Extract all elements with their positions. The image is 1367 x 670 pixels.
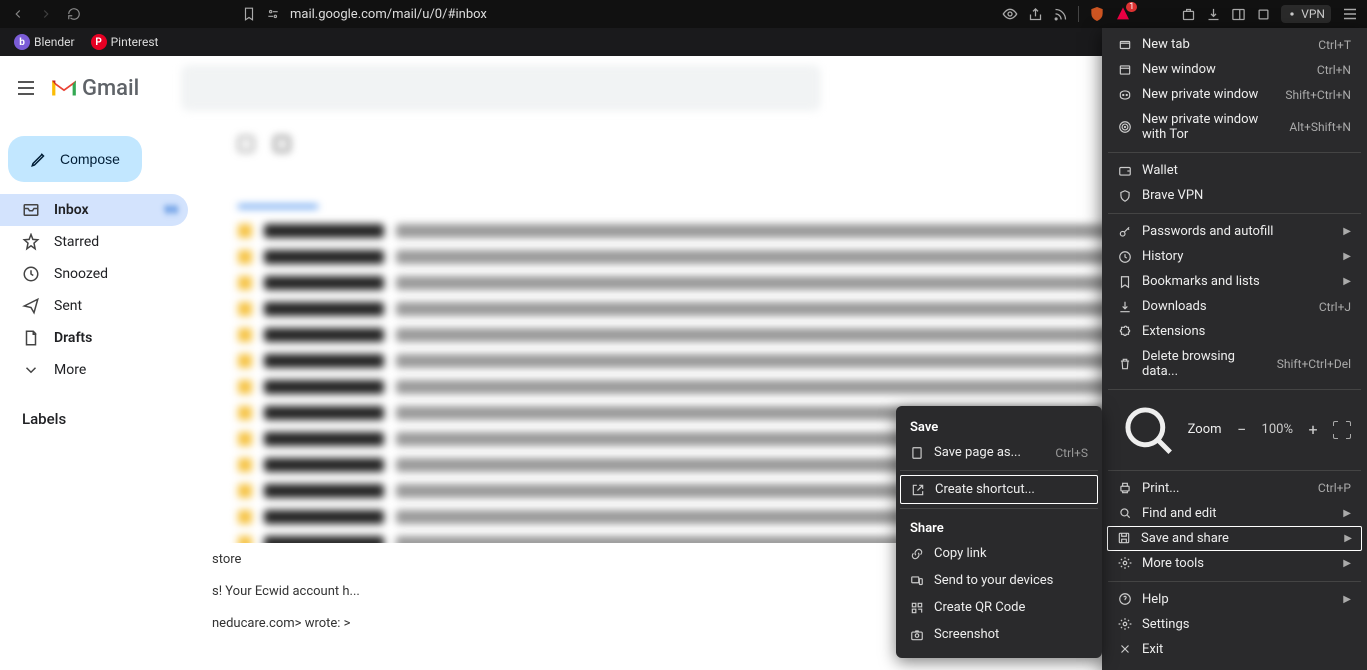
sidebar-item-snoozed[interactable]: Snoozed <box>0 258 188 290</box>
save-header: Save <box>900 412 1098 439</box>
site-settings-icon[interactable] <box>266 7 280 21</box>
menu-extensions[interactable]: Extensions <box>1108 319 1361 344</box>
search-input[interactable] <box>181 65 821 111</box>
url-text[interactable]: mail.google.com/mail/u/0/#inbox <box>290 7 487 22</box>
sidebar-item-drafts[interactable]: Drafts <box>0 322 188 354</box>
extensions-icon[interactable] <box>1181 7 1196 22</box>
share-icon[interactable] <box>1028 7 1043 22</box>
menu-new-private-window[interactable]: New private windowShift+Ctrl+N <box>1108 82 1361 107</box>
zoom-in[interactable]: + <box>1303 420 1323 439</box>
menu-wallet[interactable]: Wallet <box>1108 158 1361 183</box>
rss-icon[interactable] <box>1053 7 1068 22</box>
zoom-control: Zoom−100%+ <box>1108 395 1361 465</box>
brave-rewards-icon[interactable]: 1 <box>1115 6 1131 22</box>
brave-shields-icon[interactable] <box>1089 6 1105 22</box>
sidebar-item-more[interactable]: More <box>0 354 188 386</box>
menu-new-private-window-with-tor[interactable]: New private window with TorAlt+Shift+N <box>1108 107 1361 147</box>
zoom-out[interactable]: − <box>1232 420 1252 439</box>
starred-icon <box>22 233 40 251</box>
menu-delete-browsing-data-[interactable]: Delete browsing data...Shift+Ctrl+Del <box>1108 344 1361 384</box>
send-to-devices[interactable]: Send to your devices <box>900 567 1098 594</box>
copy-link[interactable]: Copy link <box>900 540 1098 567</box>
menu-help[interactable]: Help▶ <box>1108 587 1361 612</box>
menu-print-[interactable]: Print...Ctrl+P <box>1108 476 1361 501</box>
browser-menu: New tabCtrl+TNew windowCtrl+NNew private… <box>1102 28 1367 670</box>
menu-find-and-edit[interactable]: Find and edit▶ <box>1108 501 1361 526</box>
create-qr-code[interactable]: Create QR Code <box>900 594 1098 621</box>
share-header: Share <box>900 513 1098 540</box>
forward-button[interactable] <box>36 4 56 24</box>
downloads-icon[interactable] <box>1206 7 1221 22</box>
save-page-as[interactable]: Save page as... Ctrl+S <box>900 439 1098 466</box>
bookmark-blender[interactable]: b Blender <box>8 32 81 52</box>
menu-save-and-share[interactable]: Save and share▶ <box>1107 526 1362 551</box>
gmail-logo[interactable]: Gmail <box>50 76 139 101</box>
screenshot[interactable]: Screenshot <box>900 621 1098 648</box>
main-menu-icon[interactable] <box>14 76 38 100</box>
sidebar-item-inbox[interactable]: Inbox99 <box>0 194 188 226</box>
sent-icon <box>22 297 40 315</box>
reload-button[interactable] <box>64 4 84 24</box>
menu-more-tools[interactable]: More tools▶ <box>1108 551 1361 576</box>
back-button[interactable] <box>8 4 28 24</box>
menu-brave-vpn[interactable]: Brave VPN <box>1108 183 1361 208</box>
inbox-icon <box>22 201 40 219</box>
menu-exit[interactable]: Exit <box>1108 637 1361 662</box>
create-shortcut[interactable]: Create shortcut... <box>900 475 1098 504</box>
menu-bookmarks-and-lists[interactable]: Bookmarks and lists▶ <box>1108 269 1361 294</box>
sidebar-item-sent[interactable]: Sent <box>0 290 188 322</box>
eye-icon[interactable] <box>1002 6 1018 22</box>
sidebar-item-starred[interactable]: Starred <box>0 226 188 258</box>
bookmark-icon[interactable] <box>242 7 256 21</box>
menu-downloads[interactable]: DownloadsCtrl+J <box>1108 294 1361 319</box>
save-share-submenu: Save Save page as... Ctrl+S Create short… <box>896 406 1102 658</box>
leo-icon[interactable] <box>1256 7 1271 22</box>
snoozed-icon <box>22 265 40 283</box>
more-icon <box>22 361 40 379</box>
fullscreen-button[interactable] <box>1333 421 1351 439</box>
labels-header: Labels <box>0 386 200 428</box>
menu-new-window[interactable]: New windowCtrl+N <box>1108 57 1361 82</box>
menu-settings[interactable]: Settings <box>1108 612 1361 637</box>
menu-passwords-and-autofill[interactable]: Passwords and autofill▶ <box>1108 219 1361 244</box>
menu-button[interactable] <box>1341 5 1359 23</box>
drafts-icon <box>22 329 40 347</box>
bookmark-pinterest[interactable]: P Pinterest <box>85 32 165 52</box>
gmail-sidebar: Compose Inbox99StarredSnoozedSentDraftsM… <box>0 56 200 639</box>
vpn-button[interactable]: VPN <box>1281 5 1331 23</box>
sidebar-icon[interactable] <box>1231 7 1246 22</box>
menu-new-tab[interactable]: New tabCtrl+T <box>1108 32 1361 57</box>
browser-toolbar: mail.google.com/mail/u/0/#inbox 1 VPN <box>0 0 1367 28</box>
compose-button[interactable]: Compose <box>8 136 142 182</box>
menu-history[interactable]: History▶ <box>1108 244 1361 269</box>
